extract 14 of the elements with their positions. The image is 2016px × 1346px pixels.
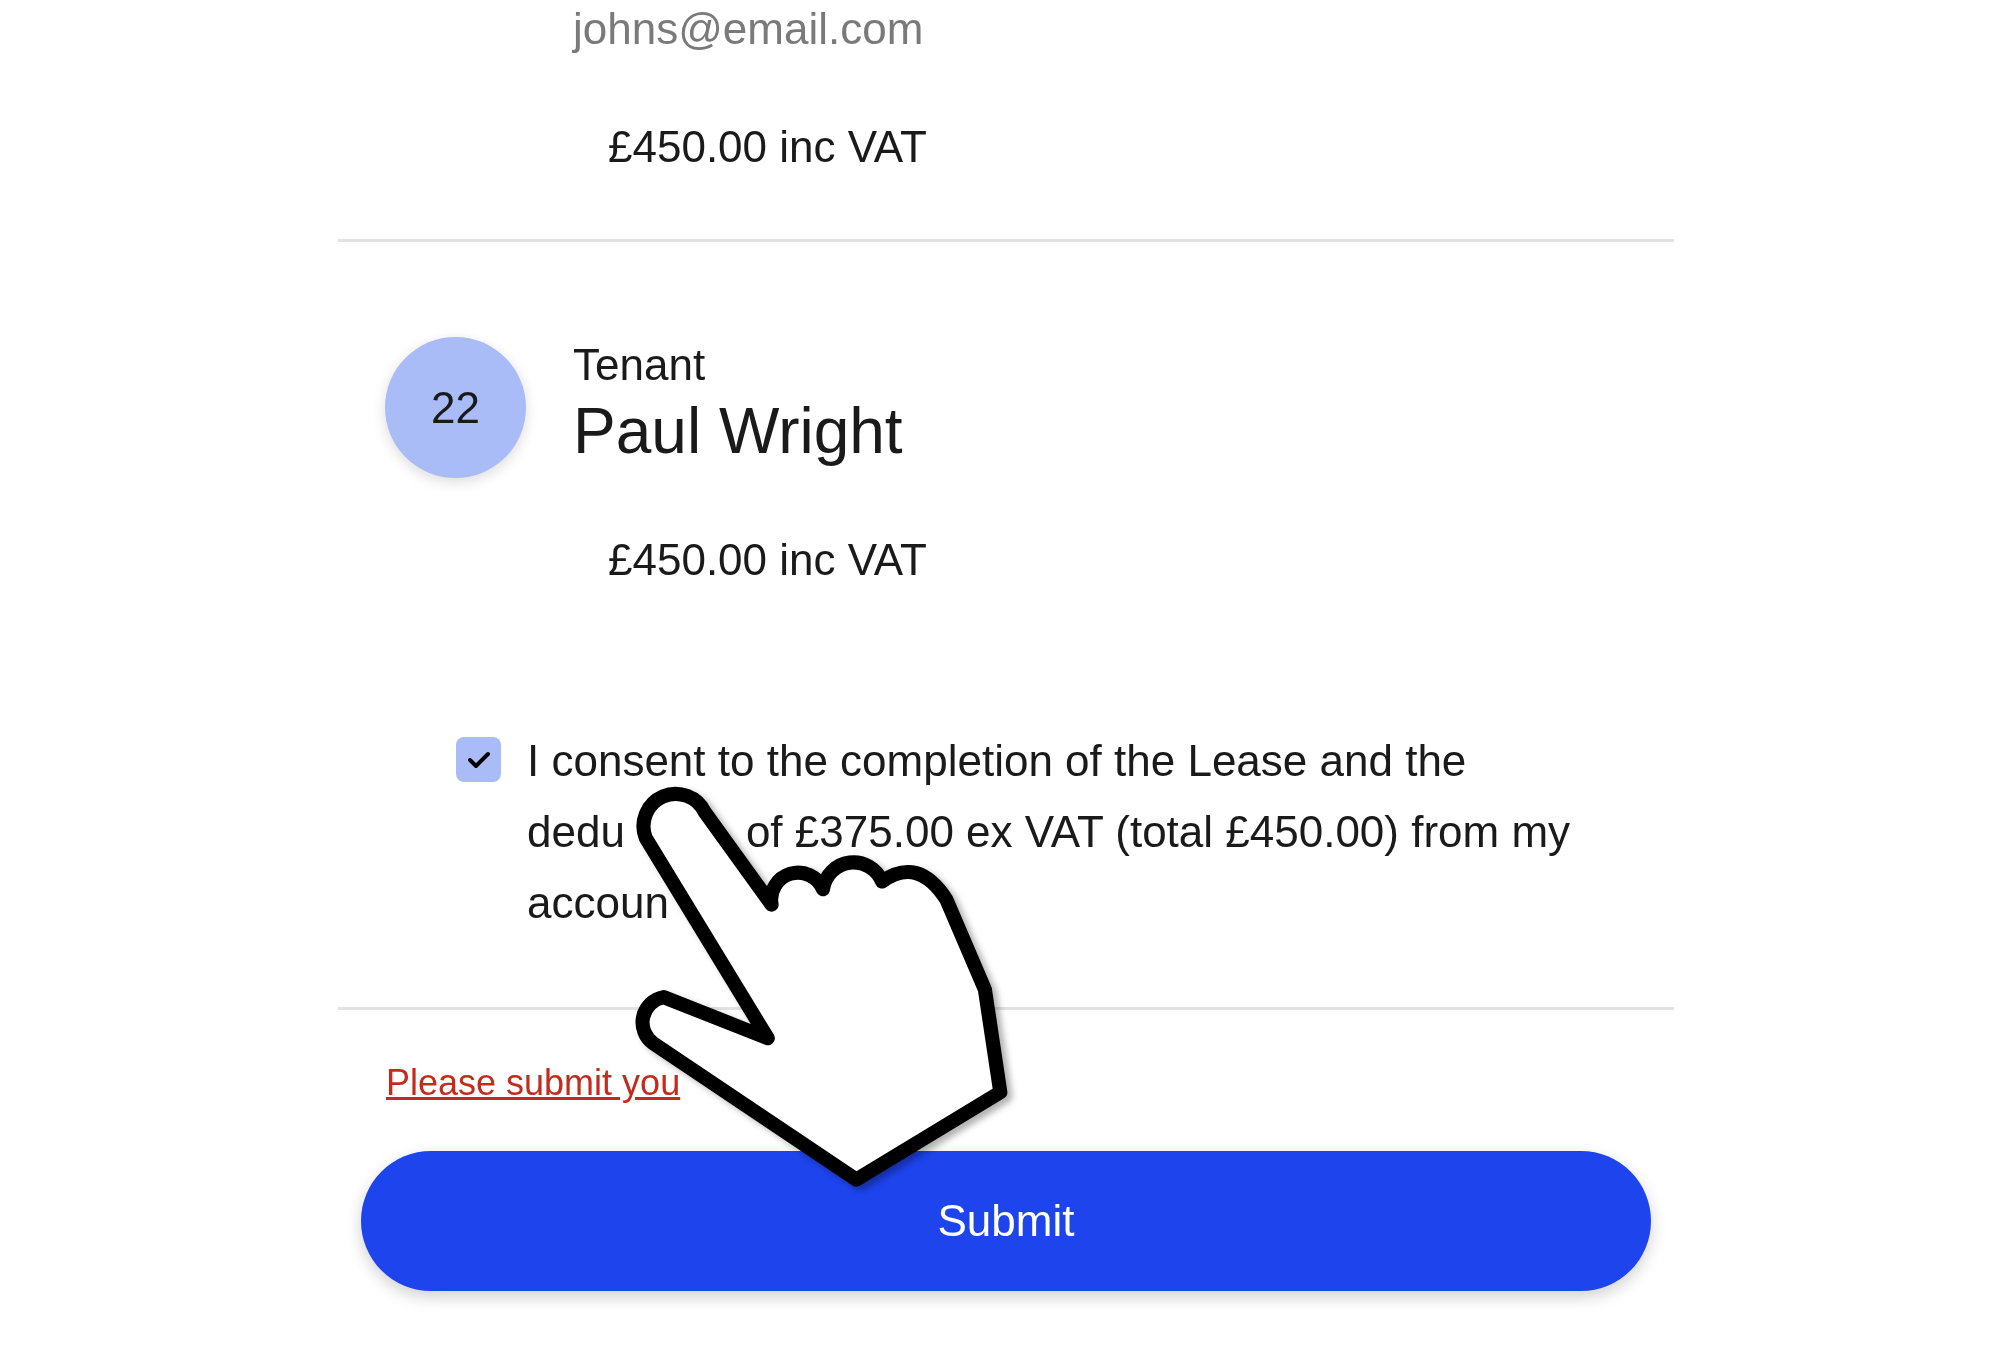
- consent-checkbox[interactable]: [456, 737, 501, 782]
- number-badge: 22: [385, 337, 526, 478]
- check-icon: [467, 750, 490, 769]
- amount-text: £450.00 inc VAT: [608, 122, 927, 172]
- consent-text: dedu: [527, 805, 625, 858]
- consent-text: I consent to the completion of the Lease and the: [527, 734, 1467, 787]
- name-text: Paul Wright: [573, 395, 903, 467]
- consent-text: accoun: [527, 876, 669, 929]
- consent-text: of £375.00 ex VAT (total £450.00) from my: [745, 805, 1571, 858]
- role-text: Tenant: [573, 340, 706, 390]
- email-text: johns@email.com: [573, 4, 924, 54]
- error-link[interactable]: Please submit you: [386, 1061, 681, 1105]
- submit-button[interactable]: Submit: [361, 1151, 1651, 1291]
- amount-text: £450.00 inc VAT: [608, 535, 927, 585]
